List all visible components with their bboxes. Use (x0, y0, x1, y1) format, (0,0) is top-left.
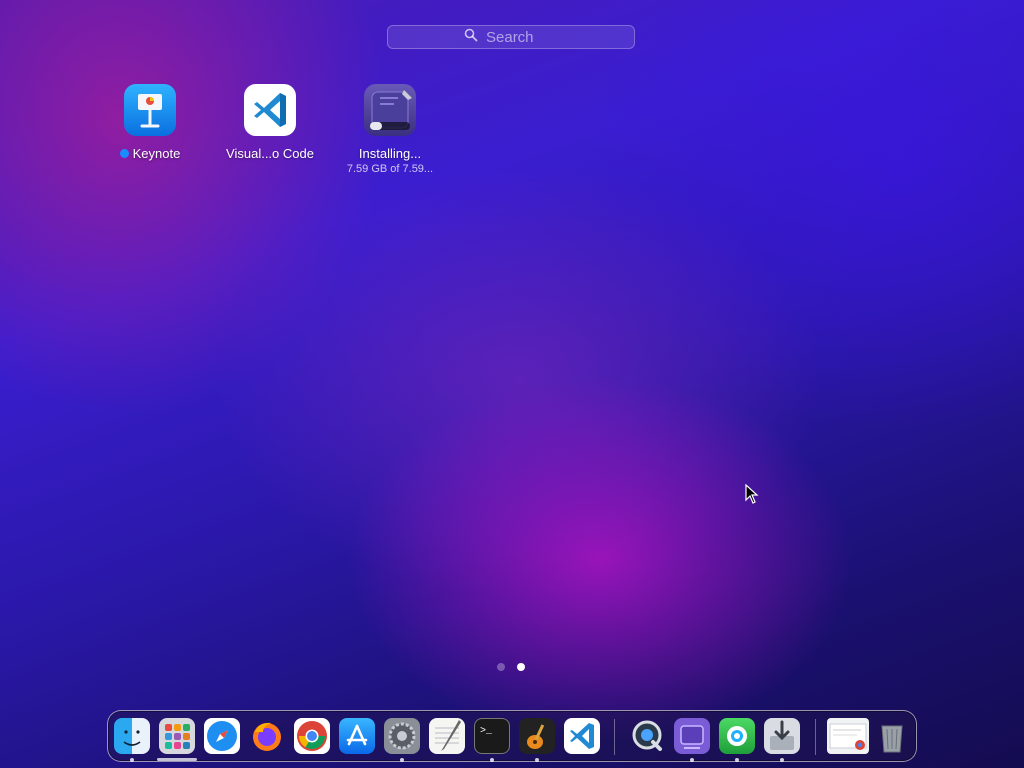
dock: >_ (107, 710, 917, 762)
install-progress-bar (370, 122, 410, 130)
app-label: Installing... (358, 146, 422, 161)
trash-icon[interactable] (874, 718, 910, 754)
system-preferences-icon[interactable] (384, 718, 420, 754)
running-indicator (690, 758, 694, 762)
vscode-icon (244, 84, 296, 136)
mouse-cursor-icon (745, 483, 759, 509)
new-app-indicator (119, 149, 129, 158)
app-label: Keynote (132, 146, 181, 161)
garageband-icon[interactable] (519, 718, 555, 754)
launchpad-icon[interactable] (159, 718, 195, 754)
vscode-dock-icon[interactable] (564, 718, 600, 754)
quicktime-icon[interactable] (629, 718, 665, 754)
terminal-icon[interactable]: >_ (474, 718, 510, 754)
running-indicator (400, 758, 404, 762)
app-vscode[interactable]: Visual...o Code (210, 84, 330, 161)
running-indicator (490, 758, 494, 762)
dock-separator (614, 719, 615, 755)
search-field[interactable] (387, 25, 635, 49)
active-app-indicator (157, 758, 197, 761)
chrome-icon[interactable] (294, 718, 330, 754)
downloads-stack-icon[interactable] (827, 718, 869, 754)
running-indicator (735, 758, 739, 762)
page-dot-active[interactable] (517, 663, 525, 671)
find-my-icon[interactable] (719, 718, 755, 754)
xcode-icon (364, 84, 416, 136)
page-dot[interactable] (497, 663, 505, 671)
app-label: Visual...o Code (226, 146, 314, 161)
finder-icon[interactable] (114, 718, 150, 754)
running-indicator (535, 758, 539, 762)
app-keynote[interactable]: Keynote (90, 84, 210, 161)
running-indicator (780, 758, 784, 762)
page-indicator (497, 663, 525, 671)
textedit-icon[interactable] (429, 718, 465, 754)
safari-icon[interactable] (204, 718, 240, 754)
app-store-icon[interactable] (339, 718, 375, 754)
app-installing[interactable]: Installing... 7.59 GB of 7.59... (330, 84, 450, 175)
firefox-icon[interactable] (249, 718, 285, 754)
installer-icon[interactable] (764, 718, 800, 754)
dock-separator (815, 719, 816, 755)
svg-text:>_: >_ (480, 726, 493, 737)
search-icon (464, 28, 478, 47)
install-status: 7.59 GB of 7.59... (346, 163, 434, 175)
keynote-icon (124, 84, 176, 136)
running-indicator (130, 758, 134, 762)
search-input[interactable] (484, 27, 558, 47)
xcode-dock-icon[interactable] (674, 718, 710, 754)
install-progress-fill (370, 122, 382, 130)
